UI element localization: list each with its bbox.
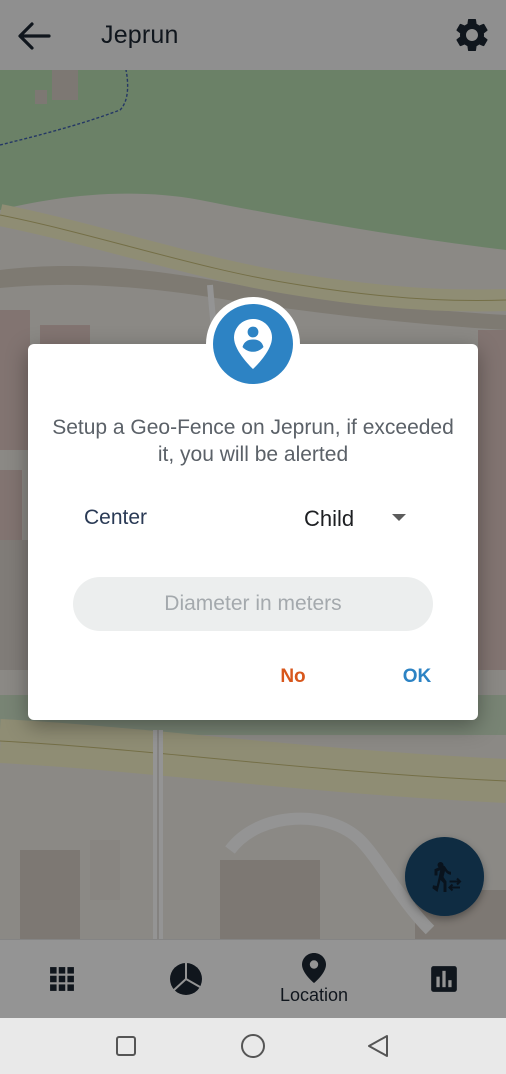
square-icon [116, 1036, 136, 1056]
no-button[interactable]: No [268, 662, 318, 692]
badge-circle [213, 304, 293, 384]
recents-button[interactable] [112, 1032, 140, 1060]
geofence-dialog: Setup a Geo-Fence on Jeprun, if exceeded… [28, 344, 478, 720]
center-select[interactable]: Child [290, 498, 420, 538]
system-back-button[interactable] [364, 1032, 392, 1060]
chevron-down-icon [392, 514, 406, 521]
dialog-badge [206, 297, 300, 391]
system-navigation-bar [0, 1018, 506, 1074]
triangle-back-icon [368, 1035, 388, 1057]
home-button[interactable] [239, 1032, 267, 1060]
circle-icon [241, 1034, 265, 1058]
person-pin-icon [234, 319, 272, 369]
dialog-message: Setup a Geo-Fence on Jeprun, if exceeded… [52, 416, 454, 466]
center-label: Center [84, 506, 148, 529]
ok-button[interactable]: OK [392, 662, 442, 692]
diameter-input[interactable] [73, 577, 433, 631]
center-select-value: Child [304, 506, 355, 531]
